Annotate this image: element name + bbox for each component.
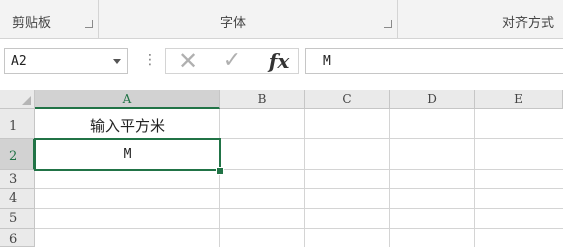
name-box-dropdown-icon[interactable] xyxy=(113,59,121,64)
font-group-label: 字体 xyxy=(220,16,247,31)
formula-value: M xyxy=(323,54,331,69)
column-header-b[interactable]: B xyxy=(220,90,305,109)
gridline xyxy=(304,109,305,247)
insert-function-button[interactable]: fx xyxy=(262,49,296,73)
font-dialog-launcher-icon[interactable] xyxy=(384,20,392,28)
formula-buttons: ✕ ✓ fx xyxy=(165,48,299,74)
active-cell-selection xyxy=(34,138,221,171)
cancel-x-icon[interactable]: ✕ xyxy=(174,49,202,73)
alignment-group-label: 对齐方式 xyxy=(502,16,555,31)
column-header-e[interactable]: E xyxy=(475,90,563,109)
ribbon-separator xyxy=(397,0,398,38)
ribbon-separator xyxy=(98,0,99,38)
clipboard-dialog-launcher-icon[interactable] xyxy=(85,20,93,28)
formula-bar: A2 ⋮ ✕ ✓ fx M xyxy=(0,39,563,84)
clipboard-group-label: 剪贴板 xyxy=(12,16,52,31)
fill-handle[interactable] xyxy=(216,167,224,175)
row-header-2[interactable]: 2 xyxy=(0,139,35,170)
spreadsheet-grid: A B C D E 1 2 3 4 5 6 输入平方米 M xyxy=(0,84,563,247)
gridline xyxy=(474,109,475,247)
select-all-triangle-icon xyxy=(22,96,31,105)
ribbon: 剪贴板 字体 对齐方式 xyxy=(0,0,563,39)
gridline xyxy=(35,208,563,209)
column-header-c[interactable]: C xyxy=(305,90,390,109)
gridline xyxy=(35,188,563,189)
row-header-6[interactable]: 6 xyxy=(0,229,35,247)
column-header-a[interactable]: A xyxy=(35,90,220,109)
row-header-4[interactable]: 4 xyxy=(0,189,35,209)
row-header-1[interactable]: 1 xyxy=(0,109,35,139)
row-header-3[interactable]: 3 xyxy=(0,170,35,189)
enter-check-icon[interactable]: ✓ xyxy=(218,49,246,73)
gridline xyxy=(35,228,563,229)
cell-a1[interactable]: 输入平方米 xyxy=(35,115,220,136)
formula-input[interactable]: M xyxy=(305,48,563,74)
gridline xyxy=(389,109,390,247)
column-header-d[interactable]: D xyxy=(390,90,475,109)
select-all-corner[interactable] xyxy=(0,90,35,109)
name-box[interactable]: A2 xyxy=(4,48,128,74)
name-box-value: A2 xyxy=(11,54,27,69)
formula-bar-resize-dots-icon[interactable]: ⋮ xyxy=(143,50,157,70)
row-header-5[interactable]: 5 xyxy=(0,209,35,229)
